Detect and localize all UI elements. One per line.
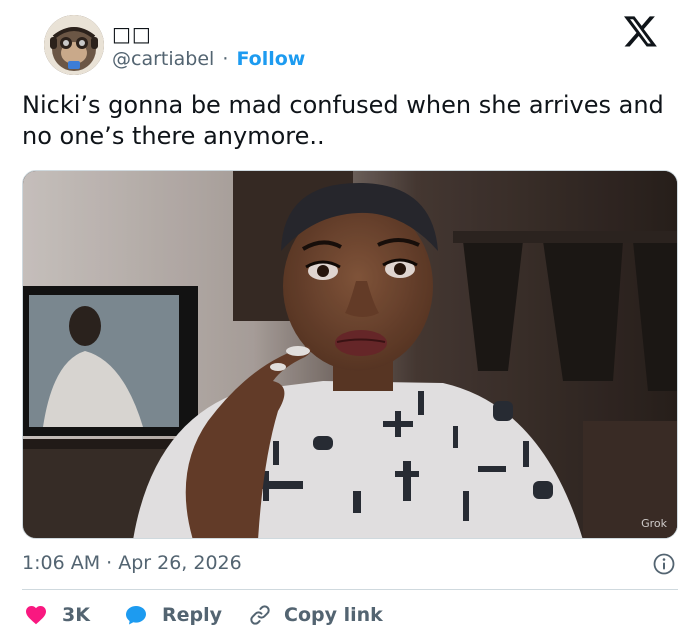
info-icon[interactable] [652, 552, 676, 576]
copy-link-label: Copy link [284, 604, 383, 626]
avatar-monkey-image [44, 15, 104, 75]
display-name[interactable]: □□ [112, 22, 152, 46]
user-handle[interactable]: @cartiabel [112, 48, 214, 70]
tweet-card: □□ @cartiabel · Follow Nicki’s gonna be … [0, 0, 700, 642]
action-bar: 3K Reply Copy link [22, 600, 678, 630]
tweet-meta: 1:06 AM · Apr 26, 2026 [22, 552, 678, 576]
separator-dot: · [222, 48, 229, 70]
copy-link-button[interactable]: Copy link [248, 600, 383, 630]
like-button[interactable]: 3K [24, 600, 90, 630]
heart-icon [26, 606, 46, 625]
tweet-media-image[interactable]: Grok [22, 170, 678, 539]
reply-label: Reply [162, 604, 223, 626]
media-photo [23, 171, 677, 538]
tweet-text: Nicki’s gonna be mad confused when she a… [22, 91, 664, 150]
like-count: 3K [62, 604, 90, 626]
tweet-header: □□ @cartiabel · Follow [22, 0, 678, 92]
handle-row: @cartiabel · Follow [112, 48, 305, 70]
divider [22, 589, 678, 590]
x-logo-icon[interactable] [624, 16, 658, 48]
reply-button[interactable]: Reply [124, 600, 222, 630]
speech-bubble-icon [126, 606, 146, 625]
follow-button[interactable]: Follow [236, 48, 305, 70]
link-icon [250, 605, 270, 625]
avatar[interactable] [44, 15, 104, 75]
grok-watermark: Grok [641, 517, 667, 530]
timestamp[interactable]: 1:06 AM · Apr 26, 2026 [22, 552, 242, 574]
